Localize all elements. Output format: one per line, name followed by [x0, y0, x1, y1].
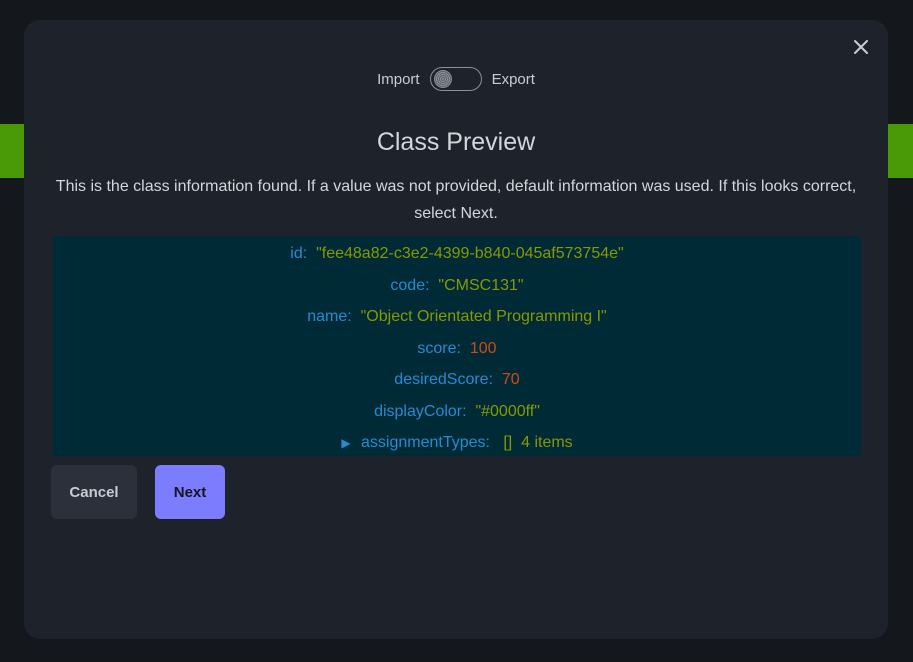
background-green-strip-left — [0, 124, 26, 178]
import-export-toggle-row: Import Export — [24, 64, 888, 94]
json-value: "CMSC131" — [438, 276, 524, 294]
json-array-bracket: [] — [503, 434, 513, 451]
json-row-display-color: displayColor: "#0000ff" — [53, 396, 861, 428]
json-key: code: — [390, 276, 430, 294]
json-value: 70 — [501, 371, 520, 388]
json-value: 100 — [469, 339, 497, 357]
json-value: "#0000ff" — [475, 402, 540, 420]
json-item-count: 4 items — [521, 434, 573, 451]
json-row-id: id: "fee48a82-c3e2-4399-b840-045af573754… — [53, 238, 861, 270]
json-key: desiredScore: — [394, 371, 494, 388]
modal-title: Class Preview — [376, 128, 536, 156]
json-value: "fee48a82-c3e2-4399-b840-045af573754e" — [316, 245, 624, 262]
modal-description: This is the class information found. If … — [55, 178, 857, 222]
json-row-assignment-types[interactable]: ▶ assignmentTypes: [] 4 items — [53, 427, 861, 459]
page-backdrop: Import Export Class Preview This is the … — [0, 0, 913, 662]
import-label: Import — [377, 70, 420, 88]
expand-triangle-icon[interactable]: ▶ — [341, 436, 350, 450]
json-key: displayColor: — [374, 402, 467, 420]
import-export-switch[interactable] — [429, 67, 482, 91]
export-label: Export — [491, 70, 535, 88]
cancel-button[interactable]: Cancel — [51, 465, 137, 519]
json-row-score: score: 100 — [53, 333, 861, 365]
class-preview-modal: Import Export Class Preview This is the … — [24, 20, 888, 639]
close-icon[interactable] — [852, 38, 870, 56]
switch-knob — [433, 70, 452, 88]
background-green-strip-right — [887, 124, 913, 178]
json-row-name: name: "Object Orientated Programming I" — [53, 301, 861, 333]
json-key: name: — [307, 308, 352, 325]
json-value: "Object Orientated Programming I" — [360, 308, 607, 325]
json-row-desired-score: desiredScore: 70 — [53, 364, 861, 396]
json-preview-panel: id: "fee48a82-c3e2-4399-b840-045af573754… — [53, 236, 861, 456]
json-key: assignmentTypes: — [361, 434, 490, 451]
next-button[interactable]: Next — [155, 465, 225, 519]
json-row-code: code: "CMSC131" — [53, 270, 861, 302]
json-key: id: — [290, 245, 308, 262]
json-key: score: — [417, 339, 461, 357]
